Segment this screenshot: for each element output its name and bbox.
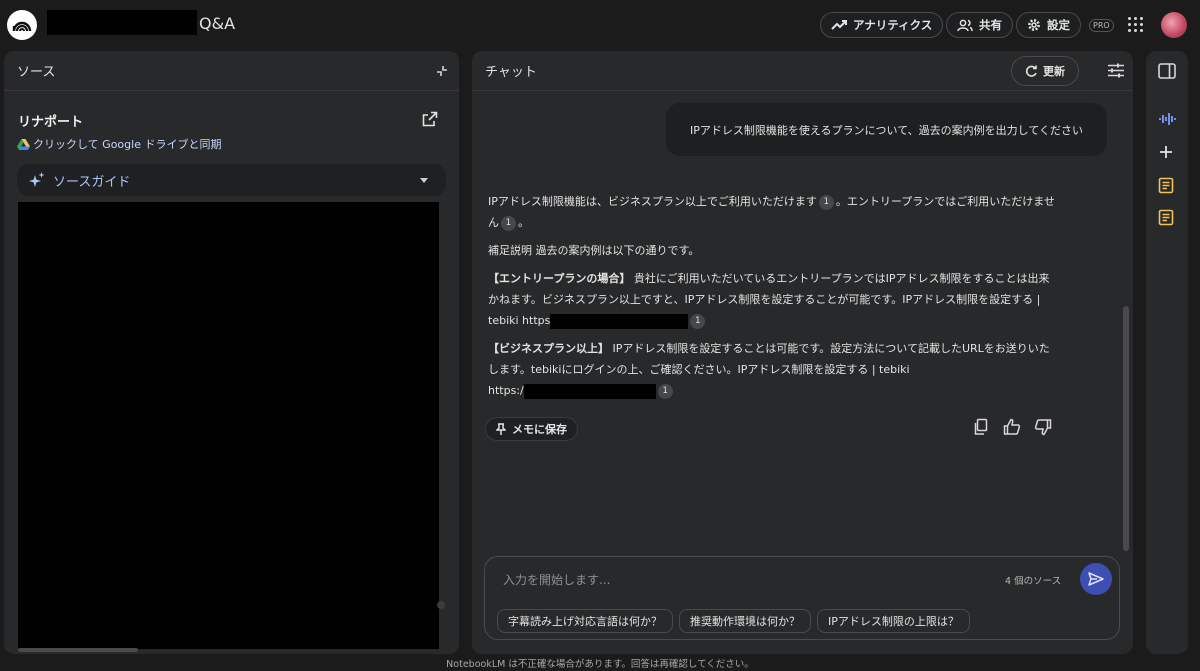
url-redacted <box>550 313 689 329</box>
source-guide-dropdown[interactable]: ソースガイド <box>17 164 446 196</box>
citation-badge[interactable]: 1 <box>657 383 673 399</box>
trending-up-icon <box>831 20 847 30</box>
suggestion-chip[interactable]: 字幕読み上げ対応言語は何か？ <box>497 609 673 633</box>
pin-icon <box>496 423 506 435</box>
refresh-label: 更新 <box>1043 65 1065 78</box>
suggestion-chip[interactable]: IPアドレス制限の上限は？ <box>817 609 970 633</box>
thumbs-up-icon[interactable] <box>1003 418 1021 436</box>
answer-paragraph: IPアドレス制限機能は、ビジネスプラン以上でご利用いただけます 1 。エントリープラ… <box>488 191 1058 233</box>
assistant-answer: IPアドレス制限機能は、ビジネスプラン以上でご利用いただけます 1 。エントリープラ… <box>488 191 1058 408</box>
citation-badge[interactable]: 1 <box>818 194 834 210</box>
notebook-title[interactable]: Q&A <box>199 14 235 33</box>
save-memo-label: メモに保存 <box>512 423 567 436</box>
suggestion-chips: 字幕読み上げ対応言語は何か？ 推奨動作環境は何か？ IPアドレス制限の上限は？ <box>497 609 970 633</box>
analytics-label: アナリティクス <box>853 18 933 32</box>
share-label: 共有 <box>979 18 1002 32</box>
answer-text: IPアドレス制限機能は、ビジネスプラン以上でご利用いただけます <box>488 195 817 208</box>
citation-badge[interactable]: 1 <box>690 313 706 329</box>
drive-sync-label: クリックして Google ドライブと同期 <box>33 138 222 151</box>
url-redacted <box>523 383 656 399</box>
chat-input[interactable]: 入力を開始します... <box>503 571 610 588</box>
sources-header: ソース <box>4 51 459 91</box>
refresh-button[interactable]: 更新 <box>1011 56 1079 86</box>
suggestion-chip[interactable]: 推奨動作環境は何か？ <box>679 609 811 633</box>
disclaimer-footer: NotebookLM は不正確な場合があります。回答は再確認してください。 <box>446 659 754 670</box>
google-drive-icon <box>17 138 30 150</box>
sources-title: ソース <box>17 65 56 80</box>
drive-sync-link[interactable]: クリックして Google ドライブと同期 <box>17 136 221 152</box>
tune-icon[interactable] <box>1108 63 1124 78</box>
avatar[interactable] <box>1161 12 1187 38</box>
save-to-note-button[interactable]: メモに保存 <box>485 417 578 441</box>
source-guide-label: ソースガイド <box>53 174 131 190</box>
source-title[interactable]: リナポート <box>18 111 83 130</box>
settings-button[interactable]: 設定 <box>1016 12 1081 38</box>
source-count: 4 個のソース <box>1005 576 1062 587</box>
answer-paragraph: 補足説明 過去の案内例は以下の通りです。 <box>488 240 1058 261</box>
people-icon <box>957 19 973 31</box>
collapse-icon[interactable] <box>436 65 448 77</box>
pro-badge: PRO <box>1089 19 1114 32</box>
user-message: IPアドレス制限機能を使えるプランについて、過去の案内例を出力してください <box>666 103 1107 156</box>
chevron-down-icon <box>420 178 428 183</box>
answer-text: 。 <box>518 216 529 229</box>
studio-rail <box>1146 51 1188 654</box>
open-external-icon[interactable] <box>422 111 438 127</box>
settings-label: 設定 <box>1047 18 1070 32</box>
user-message-text: IPアドレス制限機能を使えるプランについて、過去の案内例を出力してください <box>689 123 1083 137</box>
top-bar: Q&A アナリティクス 共有 設定 PRO <box>0 0 1200 50</box>
answer-heading: 【ビジネスプラン以上】 <box>488 342 609 355</box>
send-button[interactable] <box>1080 563 1112 595</box>
panel-toggle-icon[interactable] <box>1158 63 1176 79</box>
answer-text: 補足説明 過去の案内例は以下の通りです。 <box>488 244 700 257</box>
send-icon <box>1088 572 1104 586</box>
notebook-title-redacted <box>47 10 197 35</box>
audio-overview-icon[interactable] <box>1158 111 1176 127</box>
sources-panel: ソース リナポート クリックして Google ドライブと同期 ソースガイド <box>4 51 459 654</box>
add-icon[interactable] <box>1158 144 1174 160</box>
answer-actions <box>972 418 1052 436</box>
sparkle-icon <box>29 172 45 187</box>
thumbs-down-icon[interactable] <box>1034 418 1052 436</box>
answer-heading: 【エントリープランの場合】 <box>488 272 631 285</box>
source-content-redacted <box>18 202 439 649</box>
answer-paragraph: 【エントリープランの場合】 貴社にご利用いただいているエントリープランではIPア… <box>488 268 1058 331</box>
chat-scrollbar[interactable] <box>1123 306 1129 551</box>
share-button[interactable]: 共有 <box>946 12 1013 38</box>
scroll-indicator <box>437 601 445 609</box>
chat-title: チャット <box>485 65 537 80</box>
refresh-icon <box>1025 65 1037 77</box>
copy-icon[interactable] <box>972 418 990 436</box>
answer-url: https:/ <box>488 384 524 397</box>
note-icon[interactable] <box>1158 209 1174 226</box>
chat-panel: チャット 更新 IPアドレス制限機能を使えるプランについて、過去の案内例を出力し… <box>472 51 1133 654</box>
note-icon[interactable] <box>1158 177 1174 194</box>
notebooklm-logo-icon[interactable] <box>7 10 37 40</box>
answer-paragraph: 【ビジネスプラン以上】 IPアドレス制限を設定することは可能です。設定方法につい… <box>488 338 1058 401</box>
apps-grid-icon[interactable] <box>1128 17 1143 32</box>
citation-badge[interactable]: 1 <box>501 215 516 231</box>
horizontal-scrollbar[interactable] <box>18 648 138 652</box>
gear-icon <box>1028 19 1040 31</box>
chat-composer: 入力を開始します... 4 個のソース 字幕読み上げ対応言語は何か？ 推奨動作環… <box>484 556 1120 640</box>
analytics-button[interactable]: アナリティクス <box>820 12 944 38</box>
